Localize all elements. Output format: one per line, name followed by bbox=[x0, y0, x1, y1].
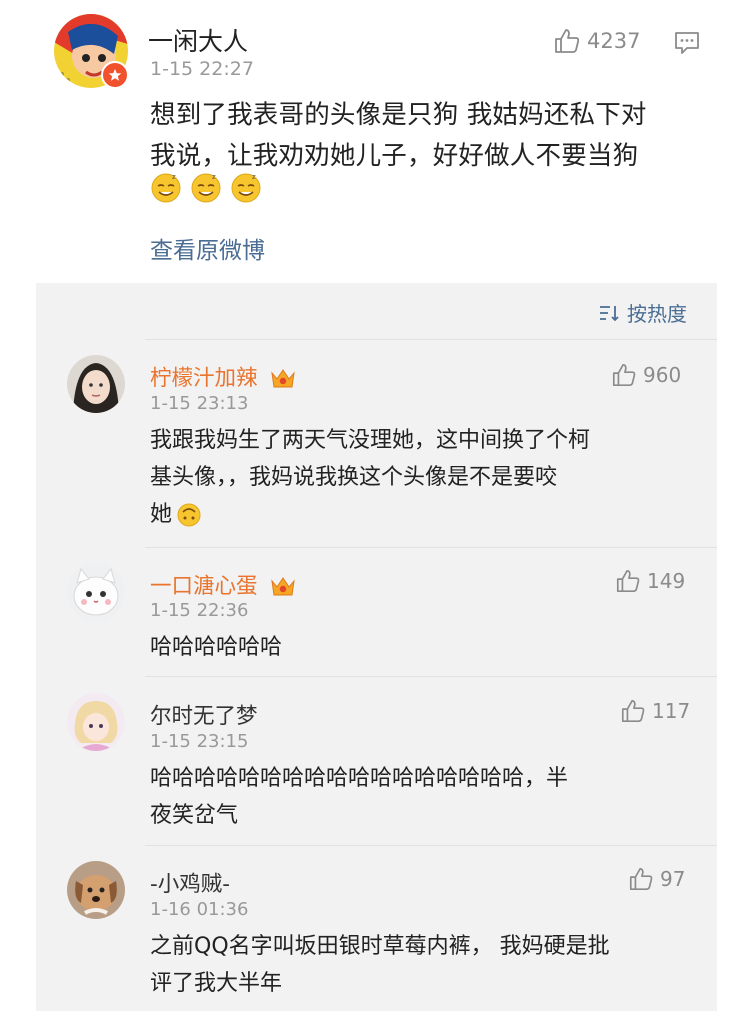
timestamp: 1-15 23:15 bbox=[150, 731, 249, 752]
like-button[interactable]: 4237 bbox=[553, 27, 640, 55]
like-button[interactable]: 117 bbox=[620, 698, 690, 724]
like-button[interactable]: 149 bbox=[615, 568, 685, 594]
like-count: 960 bbox=[643, 363, 682, 387]
sleepy-face-emoji-icon: z bbox=[151, 173, 181, 203]
timestamp: 1-15 23:13 bbox=[150, 393, 249, 414]
reply-line: 评了我大半年 bbox=[150, 971, 283, 996]
reply-text: 哈哈哈哈哈哈哈哈哈哈哈哈哈哈哈哈哈，半 夜笑岔气 bbox=[150, 760, 680, 834]
avatar[interactable] bbox=[67, 355, 125, 413]
reply-line: 基头像，，我妈说我换这个头像是不是要咬 bbox=[150, 465, 558, 490]
username[interactable]: 尔时无了梦 bbox=[150, 699, 258, 730]
reply-line: 哈哈哈哈哈哈哈哈哈哈哈哈哈哈哈哈哈，半 bbox=[150, 766, 569, 791]
thumbs-up-icon bbox=[555, 29, 580, 53]
like-button[interactable]: 960 bbox=[611, 362, 681, 388]
username-text: 柠檬汁加辣 bbox=[150, 366, 258, 391]
upside-down-face-emoji-icon bbox=[177, 503, 201, 526]
verified-badge-icon bbox=[101, 61, 129, 89]
thumbs-up-icon bbox=[629, 867, 653, 891]
svg-text:z: z bbox=[172, 173, 176, 181]
like-count: 97 bbox=[660, 867, 686, 891]
divider bbox=[145, 845, 717, 846]
like-count: 149 bbox=[647, 569, 686, 593]
username-text: 一口溏心蛋 bbox=[150, 574, 258, 599]
sleepy-face-emoji-icon: z bbox=[231, 173, 261, 203]
avatar[interactable] bbox=[67, 563, 125, 621]
sort-label: 按热度 bbox=[627, 302, 687, 326]
like-button[interactable]: 97 bbox=[628, 866, 685, 892]
svg-text:z: z bbox=[212, 173, 216, 181]
timestamp: 1-15 22:36 bbox=[150, 600, 249, 621]
thumbs-up-icon bbox=[616, 569, 640, 593]
divider bbox=[145, 676, 717, 677]
reply-line-text: 她 bbox=[150, 502, 173, 527]
username[interactable]: -小鸡贼- bbox=[150, 867, 230, 898]
reply-line: 我跟我妈生了两天气没理她，这中间换了个柯 bbox=[150, 428, 591, 453]
vip-crown-icon bbox=[271, 369, 296, 388]
avatar[interactable] bbox=[67, 861, 125, 919]
reply-line: 哈哈哈哈哈哈 bbox=[150, 635, 283, 660]
svg-text:z: z bbox=[252, 173, 256, 181]
comment-icon[interactable] bbox=[673, 28, 701, 60]
comment-text: 想到了我表哥的头像是只狗 我姑妈还私下对 我说，让我劝劝她儿子，好好做人不要当狗 bbox=[150, 95, 710, 177]
reply-line: 夜笑岔气 bbox=[150, 803, 239, 828]
username[interactable]: 一口溏心蛋 bbox=[150, 569, 296, 600]
timestamp: 1-16 01:36 bbox=[150, 899, 249, 920]
thumbs-up-icon bbox=[621, 699, 645, 723]
reply-line: 之前QQ名字叫坂田银时草莓内裤， 我妈硬是批 bbox=[150, 934, 610, 959]
sort-icon bbox=[600, 305, 619, 321]
sort-button[interactable]: 按热度 bbox=[598, 298, 687, 327]
reply-text: 哈哈哈哈哈哈 bbox=[150, 629, 680, 666]
username[interactable]: 一闲大人 bbox=[148, 22, 248, 58]
thumbs-up-icon bbox=[612, 363, 636, 387]
like-count: 4237 bbox=[587, 29, 641, 53]
sleepy-face-emoji-icon: z bbox=[191, 173, 221, 203]
emoji-row: z z z bbox=[150, 171, 262, 203]
reply-text: 我跟我妈生了两天气没理她，这中间换了个柯 基头像，，我妈说我换这个头像是不是要咬… bbox=[150, 422, 680, 533]
comment-line: 想到了我表哥的头像是只狗 我姑妈还私下对 bbox=[150, 100, 647, 130]
like-count: 117 bbox=[652, 699, 691, 723]
divider bbox=[145, 547, 717, 548]
timestamp: 1-15 22:27 bbox=[150, 58, 254, 80]
view-original-link[interactable]: 查看原微博 bbox=[150, 231, 265, 265]
avatar[interactable] bbox=[67, 693, 125, 751]
divider bbox=[145, 339, 717, 340]
username[interactable]: 柠檬汁加辣 bbox=[150, 361, 296, 392]
reply-text: 之前QQ名字叫坂田银时草莓内裤， 我妈硬是批 评了我大半年 bbox=[150, 928, 680, 1002]
reply-line: 她 bbox=[150, 496, 680, 533]
vip-crown-icon bbox=[271, 577, 296, 596]
